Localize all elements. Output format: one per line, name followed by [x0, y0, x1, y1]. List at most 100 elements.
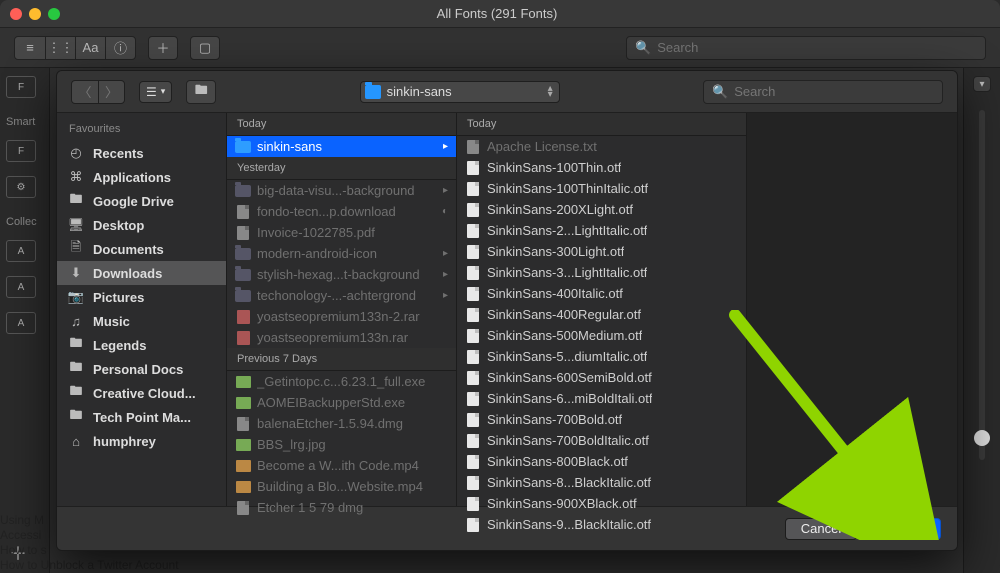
- sidebar-item-personal-docs[interactable]: 🖿Personal Docs: [57, 357, 226, 381]
- sidebar-item-gear[interactable]: ⚙: [6, 176, 36, 198]
- list-item[interactable]: SinkinSans-2...LightItalic.otf: [457, 220, 746, 241]
- sidebar-item-humphrey[interactable]: ⌂humphrey: [57, 429, 226, 453]
- view-as-columns-button[interactable]: ☰ ▾: [139, 81, 172, 103]
- fontbook-search-input[interactable]: [657, 40, 977, 55]
- zoom-window-button[interactable]: [48, 8, 60, 20]
- chevron-right-icon: ▸: [443, 248, 448, 259]
- document-icon: [465, 434, 481, 448]
- show-path-button[interactable]: 🖿: [186, 80, 216, 104]
- list-item[interactable]: fondo-tecn...p.download◐: [227, 201, 456, 222]
- list-item[interactable]: SinkinSans-6...miBoldItali.otf: [457, 388, 746, 409]
- list-item[interactable]: SinkinSans-500Medium.otf: [457, 325, 746, 346]
- sidebar-item-collection-b[interactable]: A: [6, 276, 36, 298]
- open-button[interactable]: Open: [869, 518, 941, 540]
- size-slider[interactable]: [979, 110, 985, 460]
- list-item[interactable]: SinkinSans-600SemiBold.otf: [457, 367, 746, 388]
- list-item[interactable]: Building a Blo...Website.mp4: [227, 476, 456, 497]
- sidebar-item-pictures[interactable]: 📷Pictures: [57, 285, 226, 309]
- list-item[interactable]: SinkinSans-700Bold.otf: [457, 409, 746, 430]
- list-item[interactable]: SinkinSans-200XLight.otf: [457, 199, 746, 220]
- info-view-icon[interactable]: ⓘ: [105, 37, 135, 59]
- list-item-label: _Getintopc.c...6.23.1_full.exe: [257, 374, 425, 389]
- list-item[interactable]: techonology-...-achtergrond▸: [227, 285, 456, 306]
- dialog-search-input[interactable]: [734, 84, 934, 99]
- slider-knob[interactable]: [974, 430, 990, 446]
- list-item-label: SinkinSans-500Medium.otf: [487, 328, 642, 343]
- list-item-label: SinkinSans-100ThinItalic.otf: [487, 181, 648, 196]
- cancel-button[interactable]: Cancel: [785, 518, 857, 540]
- list-item[interactable]: AOMEIBackupperStd.exe: [227, 392, 456, 413]
- list-item[interactable]: Become a W...ith Code.mp4: [227, 455, 456, 476]
- sidebar-smart-label: Smart: [6, 112, 43, 130]
- fontbook-search[interactable]: 🔍: [626, 36, 986, 60]
- folder-icon: [235, 184, 251, 198]
- browser-column-2: TodayApache License.txtSinkinSans-100Thi…: [457, 113, 747, 506]
- add-font-button[interactable]: ＋: [148, 36, 178, 60]
- list-item[interactable]: big-data-visu...-background▸: [227, 180, 456, 201]
- sidebar-item-unknown[interactable]: F: [6, 76, 36, 98]
- list-item[interactable]: Etcher 1 5 79 dmg: [227, 497, 456, 518]
- chevron-down-icon[interactable]: ▾: [973, 76, 991, 92]
- list-item[interactable]: _Getintopc.c...6.23.1_full.exe: [227, 371, 456, 392]
- sidebar-item-applications[interactable]: ⌘Applications: [57, 165, 226, 189]
- list-item[interactable]: modern-android-icon▸: [227, 243, 456, 264]
- back-button[interactable]: 〈: [72, 81, 98, 103]
- list-item-label: SinkinSans-600SemiBold.otf: [487, 370, 652, 385]
- sidebar-item-recents[interactable]: ◴Recents: [57, 141, 226, 165]
- list-item[interactable]: SinkinSans-700BoldItalic.otf: [457, 430, 746, 451]
- forward-button[interactable]: 〉: [98, 81, 124, 103]
- list-item[interactable]: SinkinSans-800Black.otf: [457, 451, 746, 472]
- music-icon: ♫: [67, 314, 85, 329]
- grid-view-icon[interactable]: ⋮⋮: [45, 37, 75, 59]
- list-item[interactable]: SinkinSans-100ThinItalic.otf: [457, 178, 746, 199]
- sidebar-item-label: Applications: [93, 170, 171, 185]
- list-item[interactable]: SinkinSans-400Regular.otf: [457, 304, 746, 325]
- camera-icon: 📷: [67, 289, 85, 305]
- disable-font-button[interactable]: ▢: [190, 36, 220, 60]
- list-item[interactable]: BBS_lrg.jpg: [227, 434, 456, 455]
- list-item[interactable]: yoastseopremium133n-2.rar: [227, 306, 456, 327]
- list-item[interactable]: SinkinSans-400Italic.otf: [457, 283, 746, 304]
- sample-view-icon[interactable]: Aa: [75, 37, 105, 59]
- list-item[interactable]: SinkinSans-900XBlack.otf: [457, 493, 746, 514]
- list-item[interactable]: Invoice-1022785.pdf: [227, 222, 456, 243]
- sidebar-item-label: Documents: [93, 242, 164, 257]
- sidebar-item-tech-point-ma-[interactable]: 🖿Tech Point Ma...: [57, 405, 226, 429]
- sidebar-item-legends[interactable]: 🖿Legends: [57, 333, 226, 357]
- list-item[interactable]: sinkin-sans▸: [227, 136, 456, 157]
- sidebar-item-smart[interactable]: F: [6, 140, 36, 162]
- sidebar-item-collection-a[interactable]: A: [6, 240, 36, 262]
- sidebar-item-downloads[interactable]: ⬇Downloads: [57, 261, 226, 285]
- list-item[interactable]: Apache License.txt: [457, 136, 746, 157]
- document-icon: [465, 497, 481, 511]
- sidebar-item-creative-cloud-[interactable]: 🖿Creative Cloud...: [57, 381, 226, 405]
- sidebar-item-collection-c[interactable]: A: [6, 312, 36, 334]
- sidebar-item-music[interactable]: ♫Music: [57, 309, 226, 333]
- window-title: All Fonts (291 Fonts): [68, 6, 926, 21]
- list-item[interactable]: SinkinSans-8...BlackItalic.otf: [457, 472, 746, 493]
- document-icon: [465, 518, 481, 532]
- list-item[interactable]: SinkinSans-3...LightItalic.otf: [457, 262, 746, 283]
- minimize-window-button[interactable]: [29, 8, 41, 20]
- list-item[interactable]: SinkinSans-100Thin.otf: [457, 157, 746, 178]
- document-icon: [465, 329, 481, 343]
- list-item-label: yoastseopremium133n-2.rar: [257, 309, 420, 324]
- group-header: Today: [457, 113, 746, 136]
- list-item[interactable]: SinkinSans-5...diumItalic.otf: [457, 346, 746, 367]
- close-window-button[interactable]: [10, 8, 22, 20]
- sidebar-item-documents[interactable]: 🗎Documents: [57, 237, 226, 261]
- list-item-label: SinkinSans-900XBlack.otf: [487, 496, 637, 511]
- dialog-search[interactable]: 🔍: [703, 80, 943, 104]
- sidebar-item-google-drive[interactable]: 🖿Google Drive: [57, 189, 226, 213]
- sidebar-item-desktop[interactable]: 🖥Desktop: [57, 213, 226, 237]
- list-item[interactable]: balenaEtcher-1.5.94.dmg: [227, 413, 456, 434]
- list-item[interactable]: yoastseopremium133n.rar: [227, 327, 456, 348]
- list-item[interactable]: stylish-hexag...t-background▸: [227, 264, 456, 285]
- view-mode-segment[interactable]: ≡ ⋮⋮ Aa ⓘ: [14, 36, 136, 60]
- archive-icon: [235, 331, 251, 345]
- sidebar-item-label: Personal Docs: [93, 362, 183, 377]
- list-item[interactable]: SinkinSans-9...BlackItalic.otf: [457, 514, 746, 535]
- list-view-icon[interactable]: ≡: [15, 37, 45, 59]
- list-item[interactable]: SinkinSans-300Light.otf: [457, 241, 746, 262]
- folder-popup[interactable]: sinkin-sans ▴▾: [360, 81, 560, 103]
